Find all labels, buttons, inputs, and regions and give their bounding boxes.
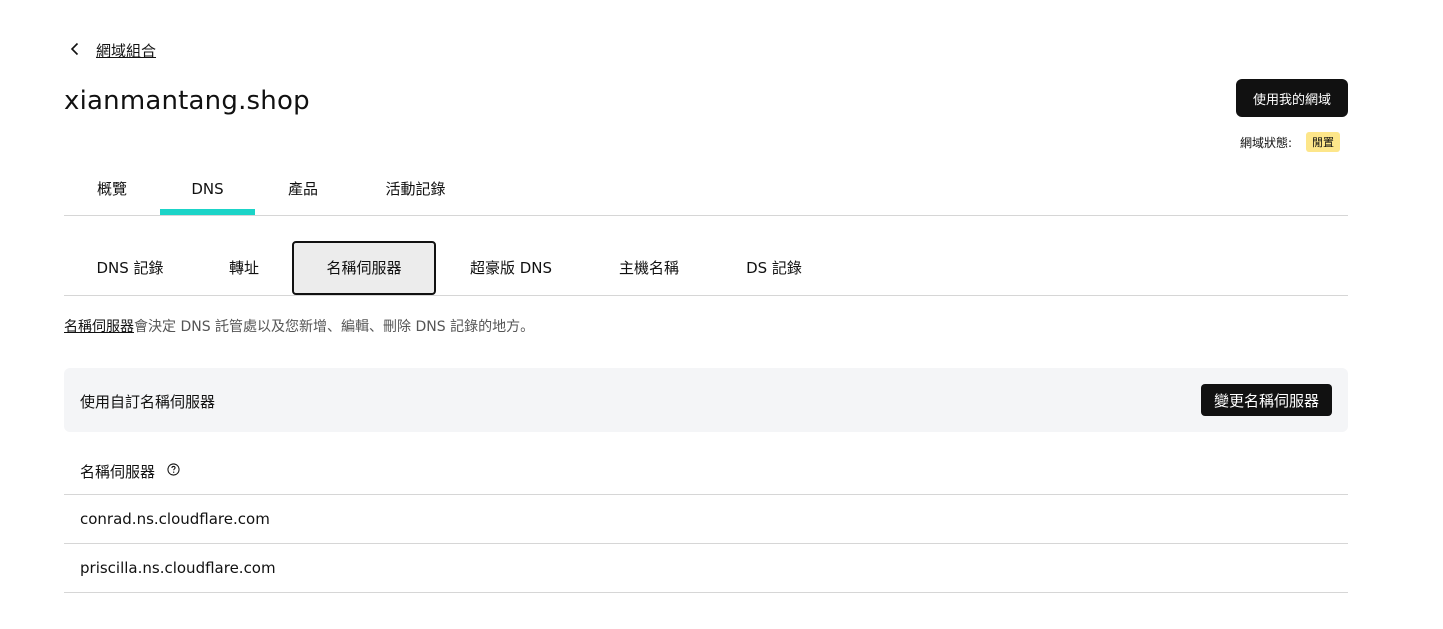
- domain-status: 網域狀態: 閒置: [1240, 132, 1340, 152]
- custom-nameserver-label: 使用自訂名稱伺服器: [80, 393, 216, 411]
- table-row: conrad.ns.cloudflare.com: [64, 495, 1348, 544]
- chevron-left-icon[interactable]: [68, 41, 82, 60]
- domain-status-label: 網域狀態:: [1239, 135, 1292, 150]
- breadcrumb-link[interactable]: 網域組合: [96, 40, 156, 61]
- page-title: xianmantang.shop: [64, 86, 310, 116]
- subtab-forwarding[interactable]: 轉址: [227, 241, 261, 295]
- nameserver-table: 名稱伺服器 conrad.ns.cloudflare.com priscilla…: [64, 448, 1348, 593]
- subtab-premium-dns[interactable]: 超豪版 DNS: [469, 241, 553, 295]
- nameserver-value: priscilla.ns.cloudflare.com: [80, 559, 276, 577]
- nameserver-value: conrad.ns.cloudflare.com: [80, 510, 270, 528]
- table-row: priscilla.ns.cloudflare.com: [64, 544, 1348, 593]
- use-my-domain-button[interactable]: 使用我的網域: [1235, 79, 1348, 117]
- breadcrumb[interactable]: 網域組合: [68, 40, 156, 61]
- nameserver-description: 名稱伺服器會決定 DNS 託管處以及您新增、編輯、刪除 DNS 記錄的地方。: [64, 316, 534, 336]
- subtab-nameservers[interactable]: 名稱伺服器: [292, 241, 436, 295]
- subtab-dns-records[interactable]: DNS 記錄: [96, 241, 164, 295]
- custom-nameserver-panel: 使用自訂名稱伺服器 變更名稱伺服器: [64, 368, 1348, 432]
- nameserver-help-link[interactable]: 名稱伺服器: [64, 319, 134, 335]
- status-badge: 閒置: [1306, 132, 1340, 152]
- change-nameservers-button[interactable]: 變更名稱伺服器: [1200, 384, 1332, 416]
- dns-subtabs: DNS 記錄 轉址 名稱伺服器 超豪版 DNS 主機名稱 DS 記錄: [64, 241, 1348, 296]
- tab-products[interactable]: 產品: [287, 168, 319, 214]
- nameserver-column-header: 名稱伺服器: [80, 462, 156, 481]
- table-header: 名稱伺服器: [64, 448, 1348, 495]
- tab-overview[interactable]: 概覽: [96, 168, 128, 214]
- subtab-hostnames[interactable]: 主機名稱: [616, 241, 682, 295]
- description-text: 會決定 DNS 託管處以及您新增、編輯、刪除 DNS 記錄的地方。: [134, 319, 535, 335]
- tab-activity-log[interactable]: 活動記錄: [383, 168, 448, 214]
- subtab-ds-records[interactable]: DS 記錄: [745, 241, 803, 295]
- main-tabs: 概覽 DNS 產品 活動記錄: [64, 168, 1348, 216]
- tab-dns[interactable]: DNS: [160, 168, 255, 215]
- question-circle-icon[interactable]: [167, 462, 180, 480]
